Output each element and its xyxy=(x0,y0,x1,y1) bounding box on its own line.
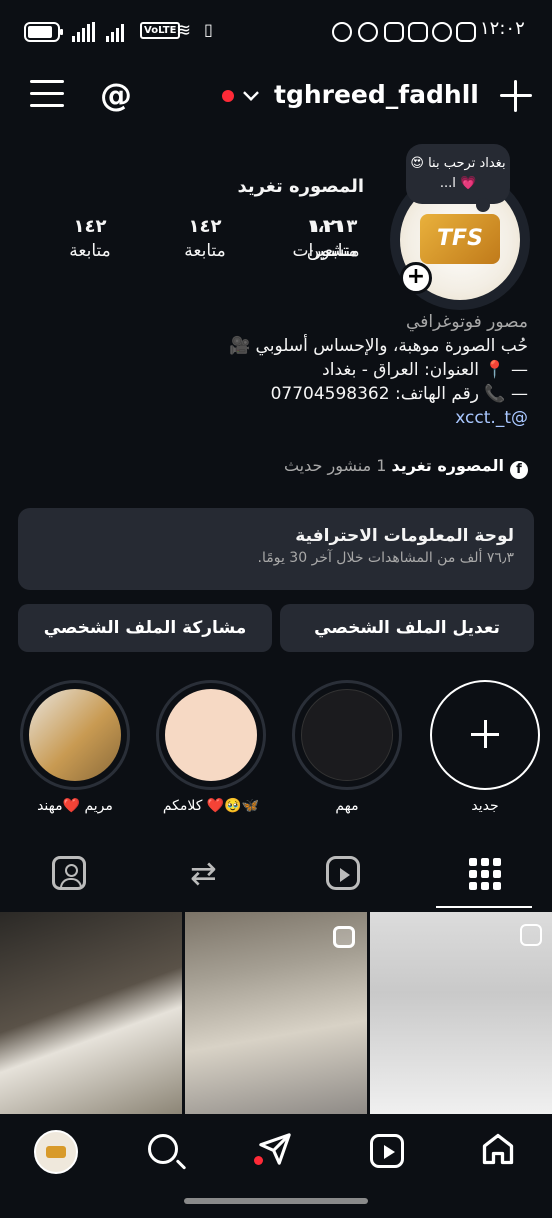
stat-followers[interactable]: ١،٢١٣ متابعين xyxy=(292,216,372,261)
vibrate-icon: ▯ xyxy=(204,20,213,39)
repost-tab-icon[interactable]: ⇄ xyxy=(190,856,230,896)
following-label: متابعة xyxy=(184,241,226,261)
signal-icon xyxy=(72,22,95,42)
avatar-logo: TFS xyxy=(420,214,500,264)
followers-label: متابعين xyxy=(306,241,358,261)
highlight-cover xyxy=(156,680,266,790)
highlight-important[interactable]: مهم xyxy=(292,680,402,814)
bio-category: مصور فوتوغرافي xyxy=(406,312,528,332)
facebook-notif-icon xyxy=(332,22,352,42)
edit-profile-button[interactable]: تعديل الملف الشخصي xyxy=(280,604,534,652)
highlight-label: مهم xyxy=(335,798,359,814)
highlight-cover xyxy=(292,680,402,790)
post-thumbnail[interactable] xyxy=(0,912,182,1114)
clock: ١٢:٠٢ xyxy=(480,18,525,39)
signal-icon-2 xyxy=(106,22,124,42)
search-icon[interactable] xyxy=(148,1134,178,1164)
highlight-label: مريم ❤️مهند xyxy=(37,798,113,814)
user-notif-icon xyxy=(358,22,378,42)
note-bubble[interactable]: بغداد ترحب بنا 😍💗 ا... xyxy=(406,144,510,212)
following-label-2: متابعة xyxy=(69,241,111,261)
add-highlight-icon[interactable] xyxy=(430,680,540,790)
facebook-icon: f xyxy=(510,461,528,479)
highlight-maryam[interactable]: مريم ❤️مهند xyxy=(20,680,130,814)
facebook-sub: 1 منشور حديث xyxy=(283,456,387,475)
bio-link-text[interactable]: xcct._t xyxy=(455,408,511,428)
reels-icon[interactable] xyxy=(370,1134,404,1168)
following-count: ١٤٢ xyxy=(188,216,222,237)
create-button[interactable] xyxy=(500,80,532,112)
facebook-row[interactable]: f المصوره تغريد 1 منشور حديث xyxy=(284,456,528,479)
username[interactable]: tghreed_fadhll xyxy=(274,80,479,109)
notification-dot xyxy=(222,90,234,102)
profile-nav-avatar[interactable] xyxy=(34,1130,78,1174)
followers-count: ١،٢١٣ xyxy=(306,216,358,237)
dashboard-title: لوحة المعلومات الاحترافية xyxy=(295,526,514,546)
bio-line-3: — 📞 رقم الهاتف: 07704598362 xyxy=(270,384,528,404)
professional-dashboard[interactable]: لوحة المعلومات الاحترافية ٧٦٫٣ ألف من ال… xyxy=(18,508,534,590)
following-count-2: ١٤٢ xyxy=(73,216,107,237)
nfc-icon xyxy=(456,22,476,42)
instagram-notif-icon-2 xyxy=(408,22,428,42)
send-icon[interactable] xyxy=(258,1132,292,1166)
bio-link[interactable]: xcct._t@ xyxy=(28,406,528,430)
reel-icon xyxy=(520,924,542,946)
dashboard-subtitle: ٧٦٫٣ ألف من المشاهدات خلال آخر 30 يومًا. xyxy=(257,550,515,566)
share-profile-button[interactable]: مشاركة الملف الشخصي xyxy=(18,604,272,652)
whatsapp-notif-icon xyxy=(432,22,452,42)
highlight-cover xyxy=(20,680,130,790)
message-notification-dot xyxy=(254,1156,263,1165)
instagram-notif-icon xyxy=(384,22,404,42)
highlight-new[interactable]: جديد xyxy=(430,680,540,814)
add-story-button[interactable]: + xyxy=(400,262,432,294)
display-name: المصوره تغريد xyxy=(237,176,364,197)
bio-line-2: — 📍 العنوان: العراق - بغداد xyxy=(322,360,528,380)
threads-icon[interactable]: @ xyxy=(100,76,134,114)
carousel-icon xyxy=(333,926,355,948)
facebook-name: المصوره تغريد xyxy=(391,456,504,475)
grid-tab-icon[interactable] xyxy=(466,850,506,890)
home-icon[interactable] xyxy=(480,1130,516,1168)
gesture-bar xyxy=(184,1198,368,1204)
tagged-tab-icon[interactable] xyxy=(52,856,86,890)
stat-following-2[interactable]: ١٤٢ متابعة xyxy=(50,216,130,261)
bio: مصور فوتوغرافي حُب الصورة موهبة، والإحسا… xyxy=(28,310,528,430)
highlight-comments[interactable]: كلامكم ❤️🥹🦋 xyxy=(156,680,266,814)
post-thumbnail[interactable] xyxy=(370,912,552,1114)
volte-badge: VoLTE xyxy=(140,22,181,39)
bio-line-1: حُب الصورة موهبة، والإحساس أسلوبي 🎥 xyxy=(228,336,528,356)
post-thumbnail[interactable] xyxy=(185,912,367,1114)
menu-icon[interactable] xyxy=(30,80,64,110)
stat-following[interactable]: ١٤٢ متابعة xyxy=(160,216,250,261)
reels-tab-icon[interactable] xyxy=(326,856,360,890)
highlight-label: كلامكم ❤️🥹🦋 xyxy=(162,798,260,814)
active-tab-indicator xyxy=(436,906,532,908)
highlight-label: جديد xyxy=(471,798,499,814)
status-bar: VoLTE ≋ ▯ ١٢:٠٢ xyxy=(0,0,552,64)
threads-link-icon: @ xyxy=(511,408,528,428)
chevron-down-icon[interactable] xyxy=(243,85,259,101)
wifi-icon: ≋ xyxy=(176,20,192,41)
battery-icon xyxy=(24,22,63,42)
